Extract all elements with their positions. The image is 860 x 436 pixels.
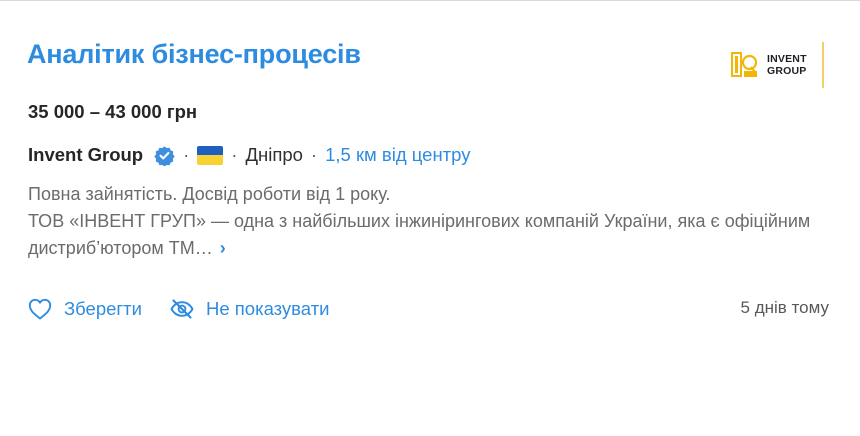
card-actions: Зберегти Не показувати: [28, 295, 330, 323]
logo-accent-bar: [822, 42, 824, 88]
company-name-link[interactable]: Invent Group: [28, 144, 143, 166]
logo-line-1: INVENT: [767, 53, 807, 65]
hide-button[interactable]: Не показувати: [170, 298, 330, 320]
separator-dot: ·: [310, 144, 318, 165]
chevron-right-icon[interactable]: ›: [220, 235, 226, 262]
hide-label: Не показувати: [205, 298, 330, 319]
salary: 35 000 – 43 000 грн: [28, 101, 198, 122]
eye-off-icon: [170, 299, 194, 319]
company-meta-row: Invent Group · · Дніпро · 1,5 км від цен…: [28, 143, 470, 167]
posted-date: 5 днів тому: [740, 298, 829, 317]
description-line: Повна зайнятість. Досвід роботи від 1 ро…: [28, 184, 391, 204]
heart-icon: [28, 298, 52, 320]
save-label: Зберегти: [64, 298, 142, 319]
job-card: Аналітик бізнес-процесів INVENT GROUP 35…: [0, 0, 860, 436]
city: Дніпро: [245, 144, 303, 165]
logo-line-2: GROUP: [767, 65, 807, 77]
separator-dot: ·: [183, 144, 190, 165]
invent-group-logo-icon: [731, 52, 758, 77]
separator-dot: ·: [231, 144, 238, 165]
logo-wordmark: INVENT GROUP: [767, 53, 807, 77]
description-snippet: ТОВ «ІНВЕНТ ГРУП» — одна з найбільших ін…: [28, 208, 818, 262]
ukraine-flag-icon: [197, 145, 224, 165]
company-logo[interactable]: INVENT GROUP: [731, 42, 826, 88]
description-line: ТОВ «ІНВЕНТ ГРУП» — одна з найбільших ін…: [28, 211, 811, 258]
distance-link[interactable]: 1,5 км від центру: [325, 144, 470, 166]
job-description: Повна зайнятість. Досвід роботи від 1 ро…: [28, 181, 818, 262]
save-button[interactable]: Зберегти: [28, 298, 142, 320]
job-title-link[interactable]: Аналітик бізнес-процесів: [27, 39, 361, 70]
verified-check-icon: [154, 145, 175, 166]
